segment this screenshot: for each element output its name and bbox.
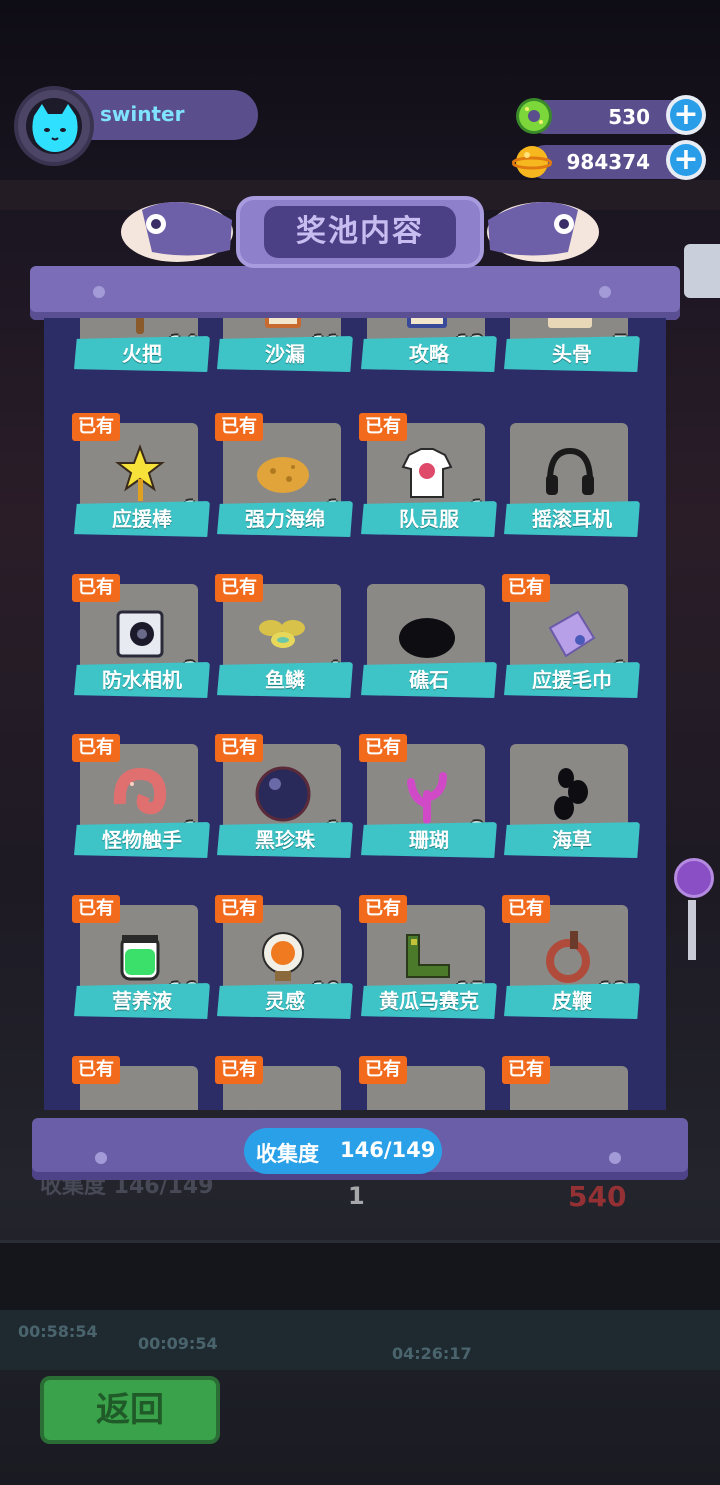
prize-item[interactable]: x15黄瓜马赛克已有	[329, 895, 497, 1045]
owned-badge-label: 已有	[221, 898, 257, 919]
prize-item[interactable]: 海草	[472, 734, 640, 884]
tentacle-icon	[113, 767, 167, 815]
prize-item[interactable]: x3珊瑚已有	[329, 734, 497, 884]
headphones-icon	[546, 447, 594, 495]
background-timers	[0, 1310, 720, 1370]
owned-badge-label: 已有	[221, 577, 257, 598]
prize-item[interactable]: 摇滚耳机	[472, 413, 640, 563]
back-button-label: 返回	[96, 1390, 164, 1430]
background-counter	[0, 1240, 720, 1313]
owned-badge-label: 已有	[78, 577, 114, 598]
prize-pool-panel[interactable]: x14火把x11沙漏x12攻略x7头骨 x1应援棒已有x1强力海绵已有x1队员服已…	[44, 318, 666, 1110]
prize-item[interactable]: x4鱼鳞已有	[185, 574, 353, 724]
lightbulb-icon	[262, 932, 304, 981]
sponge-icon	[257, 457, 309, 493]
prize-item[interactable]: x19灵感已有	[185, 895, 353, 1045]
item-name: 应援毛巾	[532, 668, 612, 692]
plus-icon: +	[673, 97, 699, 132]
left-fish-decoration-icon	[121, 202, 233, 262]
prize-item[interactable]: x12攻略	[329, 318, 497, 398]
modal-top-frame	[30, 266, 680, 320]
rivet	[609, 1152, 621, 1164]
prize-item[interactable]: x1强力海绵已有	[185, 413, 353, 563]
prize-item[interactable]: x16营养液已有	[44, 895, 210, 1045]
skull-icon	[548, 318, 592, 328]
rivet	[599, 286, 611, 298]
prize-item[interactable]: x1黑珍珠已有	[185, 734, 353, 884]
coin-currency-pill: 984374 +	[528, 140, 706, 180]
owned-badge-label: 已有	[508, 898, 544, 919]
owned-badge-label: 已有	[365, 1059, 401, 1080]
lever-stick	[688, 900, 696, 960]
bg-timer-1: 00:58:54	[18, 1322, 98, 1341]
prize-item[interactable]: x1队员服已有	[329, 413, 497, 563]
owned-badge-label: 已有	[365, 737, 401, 758]
prize-grid[interactable]: x14火把x11沙漏x12攻略x7头骨 x1应援棒已有x1强力海绵已有x1队员服已…	[44, 318, 666, 1110]
towel-icon	[548, 610, 596, 658]
owned-badge-label: 已有	[221, 416, 257, 437]
whip-icon	[546, 931, 590, 983]
prize-item[interactable]: x11沙漏	[185, 318, 353, 398]
prize-item[interactable]: x2防水相机已有	[44, 574, 210, 724]
donut-currency-value: 530	[608, 105, 650, 129]
owned-badge-label: 已有	[221, 737, 257, 758]
prize-item[interactable]: x1应援毛巾已有	[472, 574, 640, 724]
prize-item[interactable]: 已有	[472, 1056, 628, 1110]
owned-badge-label: 已有	[365, 898, 401, 919]
green-donut-icon	[516, 98, 552, 134]
bg-timer-2: 00:09:54	[138, 1334, 218, 1353]
rock-icon	[399, 618, 455, 658]
prize-item[interactable]: 已有	[329, 1056, 485, 1110]
owned-badge-label: 已有	[508, 1059, 544, 1080]
item-name: 头骨	[552, 342, 592, 366]
star-wand-icon	[115, 444, 165, 501]
plus-icon: +	[673, 142, 699, 177]
black-pearl-icon	[255, 766, 311, 822]
coral-icon	[407, 772, 447, 824]
owned-badge-label: 已有	[78, 898, 114, 919]
prize-item[interactable]: 礁石	[329, 574, 497, 724]
right-fish-decoration-icon	[487, 202, 599, 262]
modal-title: 奖池内容	[296, 214, 424, 249]
owned-badge-label: 已有	[365, 416, 401, 437]
bg-timer-3: 04:26:17	[392, 1344, 472, 1363]
camera-icon	[116, 610, 164, 658]
lever-knob[interactable]	[674, 858, 714, 898]
add-donut-button[interactable]: +	[666, 95, 706, 135]
item-name: 海草	[552, 828, 592, 852]
item-name: 皮鞭	[552, 989, 592, 1013]
prize-item[interactable]: x14火把	[44, 318, 210, 398]
bg-stat-540: 540	[568, 1180, 627, 1213]
owned-badge-label: 已有	[78, 737, 114, 758]
owned-badge-label: 已有	[78, 1059, 114, 1080]
prize-item[interactable]: 已有	[185, 1056, 341, 1110]
cucumber-icon	[406, 934, 450, 978]
add-coin-button[interactable]: +	[666, 140, 706, 180]
bg-stat-1: 1	[348, 1182, 365, 1210]
rivet	[93, 286, 105, 298]
prize-item[interactable]: x7头骨	[472, 318, 640, 398]
collection-value: 146/149	[340, 1138, 436, 1162]
rivet	[95, 1152, 107, 1164]
owned-badge-label: 已有	[508, 577, 544, 598]
username: swinter	[100, 102, 185, 126]
prize-item[interactable]: x12皮鞭已有	[472, 895, 640, 1045]
t-shirt-icon	[401, 448, 453, 498]
item-name: 摇滚耳机	[532, 507, 612, 531]
coin-currency-value: 984374	[566, 150, 651, 174]
owned-badge-label: 已有	[221, 1059, 257, 1080]
fish-scale-icon	[259, 620, 305, 648]
prize-item[interactable]: 已有	[44, 1056, 198, 1110]
gold-planet-coin-icon	[512, 146, 552, 178]
side-tab-clip[interactable]	[684, 244, 720, 298]
owned-badge-label: 已有	[78, 416, 114, 437]
prize-item[interactable]: x1怪物触手已有	[44, 734, 210, 884]
prize-item[interactable]: x1应援棒已有	[44, 413, 210, 563]
nutrient-jar-icon	[120, 935, 160, 981]
collection-label: 收集度	[256, 1142, 319, 1166]
seaweed-icon	[554, 768, 588, 820]
cat-avatar-icon[interactable]	[28, 100, 82, 154]
